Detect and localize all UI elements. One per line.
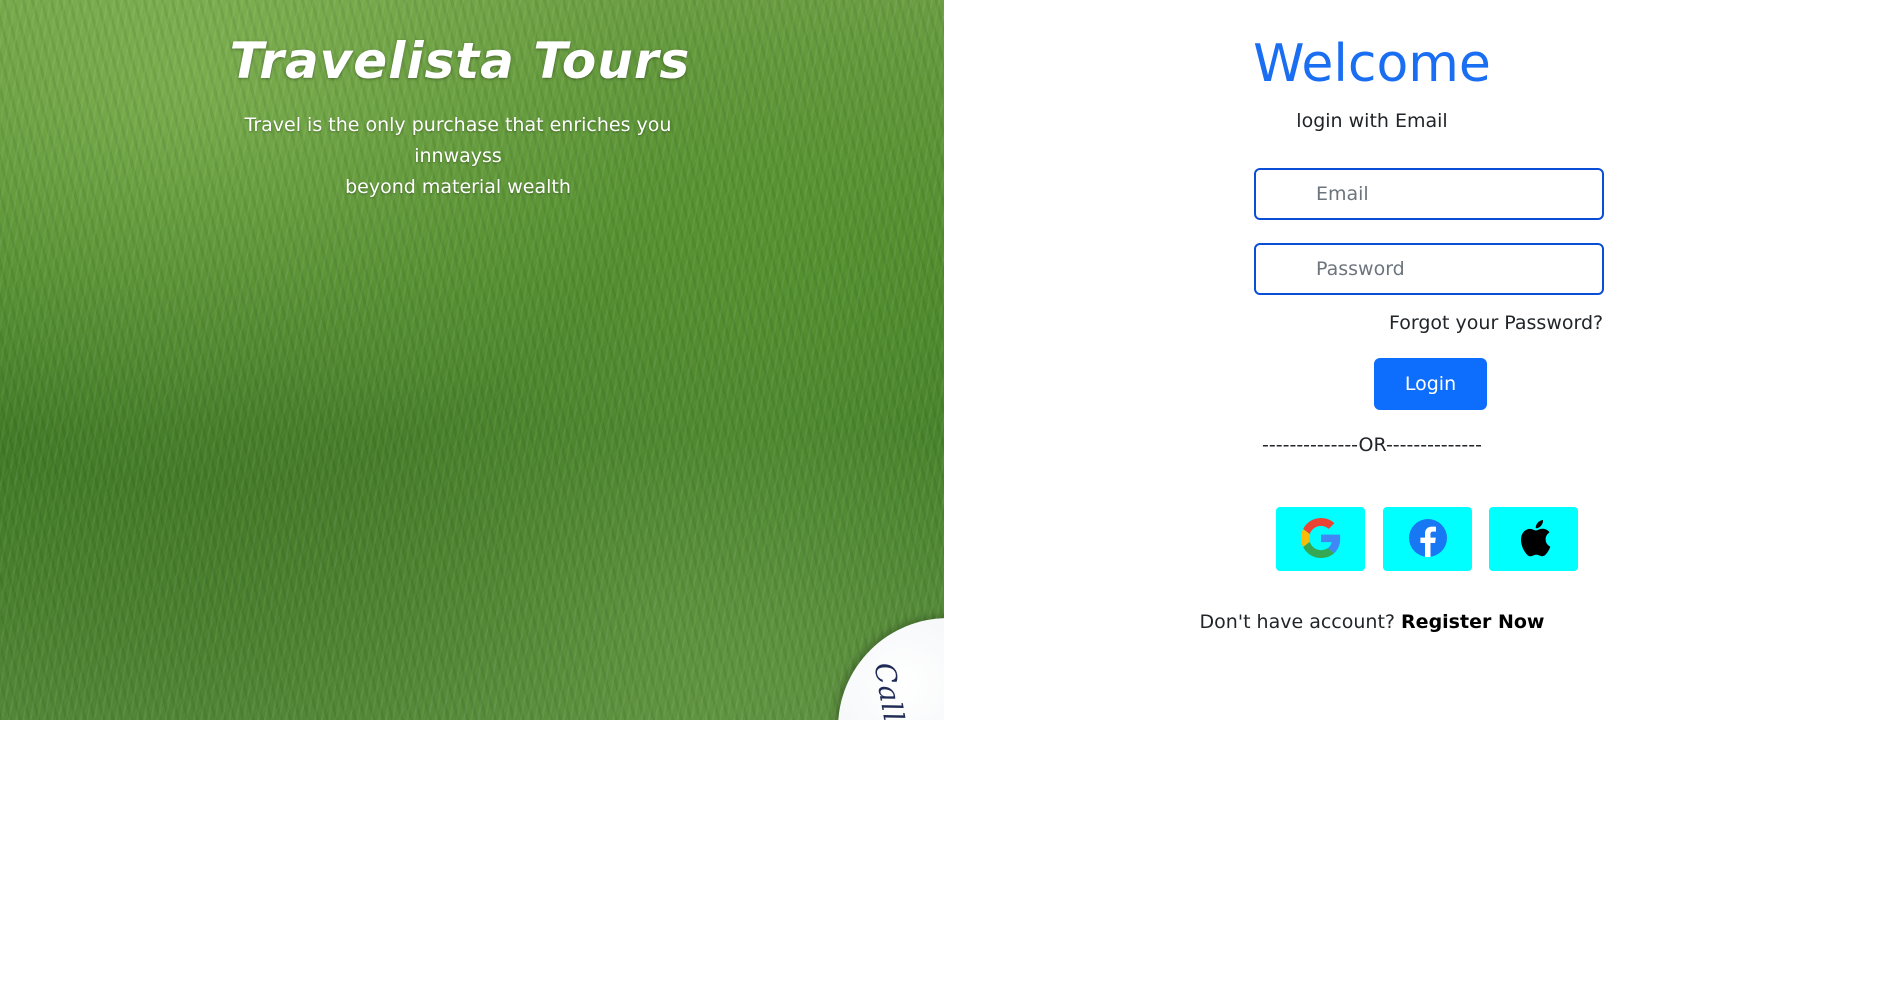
welcome-heading: Welcome bbox=[1253, 34, 1491, 94]
facebook-icon bbox=[1408, 518, 1448, 561]
register-prompt-text: Don't have account? bbox=[1199, 611, 1395, 633]
login-panel: Welcome login with Email Forgot your Pas… bbox=[944, 0, 1880, 720]
or-separator: --------------OR-------------- bbox=[1262, 434, 1482, 456]
email-input[interactable] bbox=[1254, 168, 1604, 220]
password-input[interactable] bbox=[1254, 243, 1604, 295]
google-icon bbox=[1300, 517, 1341, 561]
grass-background bbox=[0, 0, 944, 720]
login-page: Call Travelista Tours Travel is the only… bbox=[0, 0, 1880, 996]
register-now-link[interactable]: Register Now bbox=[1401, 611, 1544, 633]
hero-title: Travelista Tours bbox=[229, 32, 691, 90]
register-prompt: Don't have account? Register Now bbox=[872, 611, 1872, 633]
apple-icon bbox=[1516, 518, 1552, 561]
apple-login-button[interactable] bbox=[1489, 507, 1578, 571]
login-button[interactable]: Login bbox=[1374, 358, 1487, 410]
hero-subtitle: Travel is the only purchase that enriche… bbox=[208, 110, 708, 203]
hero-subtitle-line-2: beyond material wealth bbox=[345, 176, 571, 198]
login-subheading: login with Email bbox=[1296, 110, 1448, 132]
hero-subtitle-line-1: Travel is the only purchase that enriche… bbox=[244, 114, 672, 167]
facebook-login-button[interactable] bbox=[1383, 507, 1472, 571]
forgot-password-link[interactable]: Forgot your Password? bbox=[1389, 312, 1603, 334]
google-login-button[interactable] bbox=[1276, 507, 1365, 571]
hero-image: Call Travelista Tours Travel is the only… bbox=[0, 0, 944, 720]
